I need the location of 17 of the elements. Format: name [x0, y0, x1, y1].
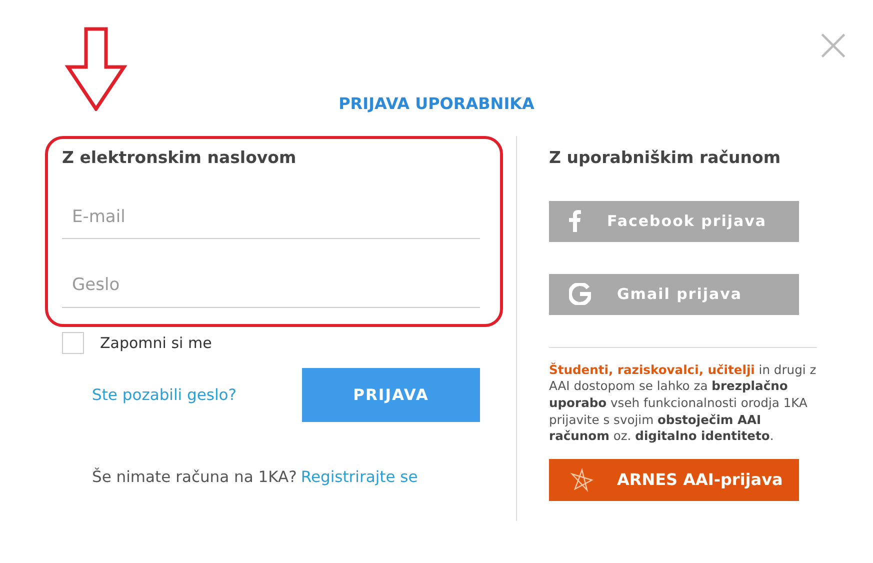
register-link[interactable]: Registrirajte se	[300, 466, 418, 490]
google-icon	[569, 283, 591, 306]
login-button[interactable]: PRIJAVA	[302, 368, 480, 422]
aai-login-button[interactable]: ARNES AAI-prijava	[549, 458, 799, 501]
section-heading: Z uporabniškim računom	[549, 147, 782, 169]
star-logo-icon	[569, 468, 595, 492]
forgot-password-link[interactable]: Ste pozabili geslo?	[92, 384, 236, 407]
facebook-login-button[interactable]: Facebook prijava	[549, 200, 799, 242]
info-paragraph: Študenti, raziskovalci, učitelji in drugi z AAI dostopom se lahko za brezplačno uporabo vseh funkcionalnosti orodja 1KA prijavite s svojim obstoječim AAI računom oz. digitalno identiteto.	[549, 362, 817, 445]
section-heading: Z elektronskim naslovom	[62, 147, 298, 169]
checkbox[interactable]	[62, 332, 84, 354]
checkbox-label: Zapomni si me	[100, 332, 212, 354]
close-button[interactable]: ×	[814, 26, 853, 62]
dialog-title: PRIJAVA UPORABNIKA	[338, 93, 536, 115]
gmail-login-button[interactable]: Gmail prijava	[549, 274, 799, 315]
register-prompt: Še nimate računa na 1KA?	[92, 466, 297, 488]
facebook-icon	[569, 210, 581, 232]
